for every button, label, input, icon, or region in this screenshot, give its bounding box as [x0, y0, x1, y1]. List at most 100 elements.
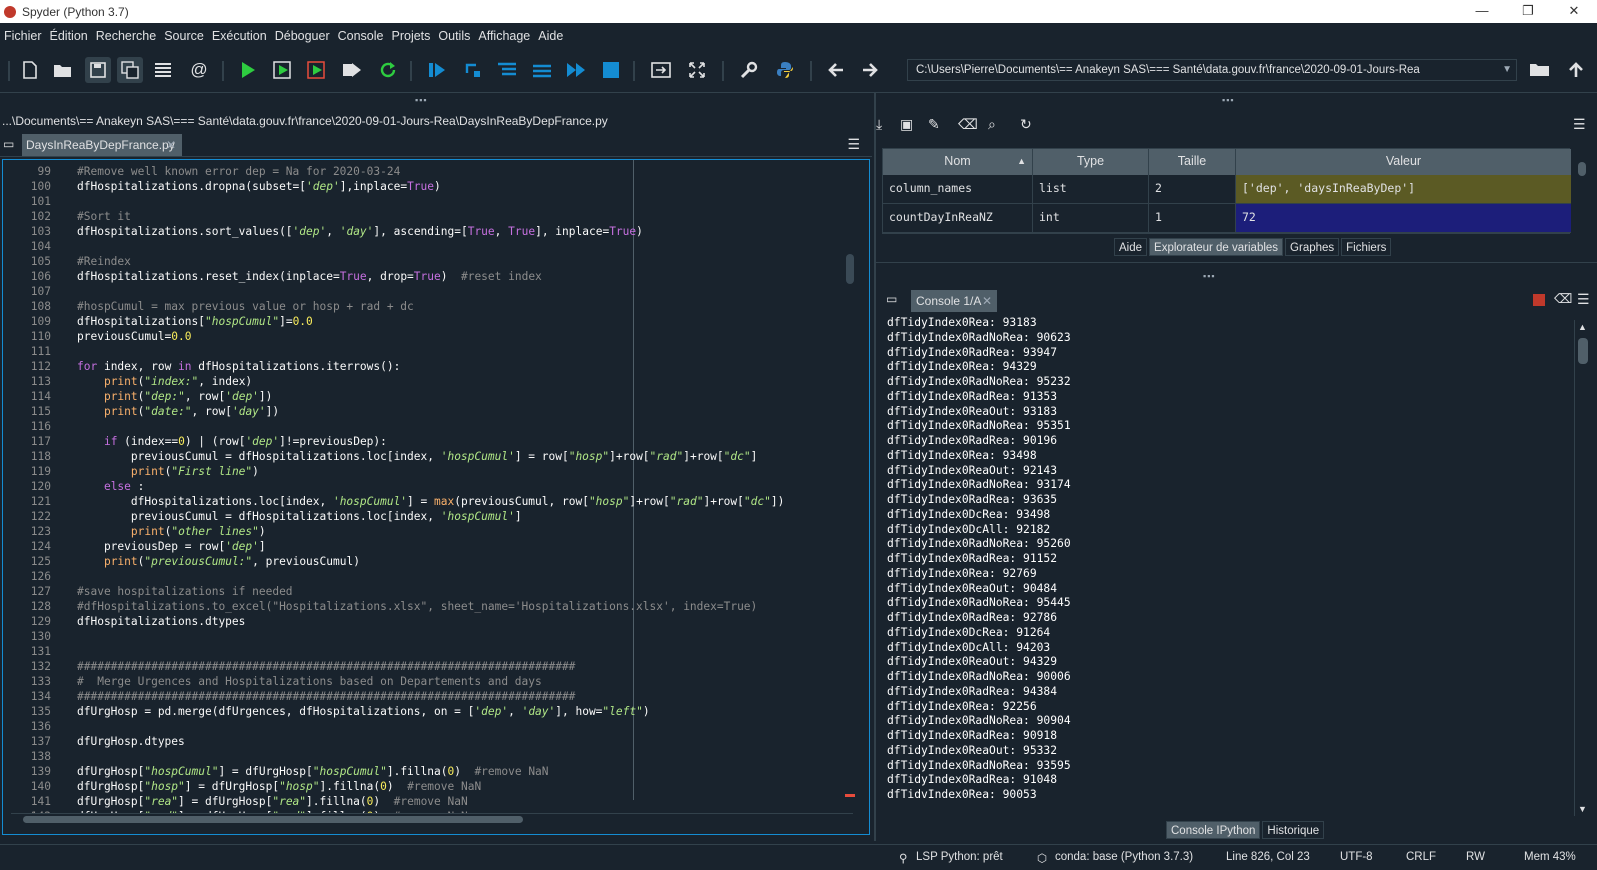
column-header-value[interactable]: Valeur [1236, 149, 1571, 175]
code-line[interactable]: 112 for index, row in dfHospitalizations.… [3, 359, 848, 374]
code-line[interactable]: 104 [3, 239, 848, 254]
code-line[interactable]: 108 #hospCumul = max previous value or ho… [3, 299, 848, 314]
browse-folder-icon[interactable] [1527, 57, 1553, 83]
step-icon[interactable] [460, 57, 486, 83]
chevron-down-icon[interactable]: ▼ [1502, 60, 1512, 80]
code-line[interactable]: 124 previousDep = row['dep'] [3, 539, 848, 554]
code-line[interactable]: 133 # Merge Urgences and Hospitalizations… [3, 674, 848, 689]
code-line[interactable]: 132 #####################################… [3, 659, 848, 674]
code-line[interactable]: 110 previousCumul=0.0 [3, 329, 848, 344]
fullscreen-icon[interactable] [684, 57, 710, 83]
menu-execution[interactable]: Exécution [212, 29, 267, 43]
menu-fichier[interactable]: Fichier [4, 29, 42, 43]
restore-button[interactable]: ❐ [1505, 0, 1551, 23]
code-line[interactable]: 115 print("date:", row['day']) [3, 404, 848, 419]
code-line[interactable]: 111 [3, 344, 848, 359]
python-path-icon[interactable] [772, 57, 798, 83]
browse-tabs-icon[interactable]: ▭ [886, 292, 897, 306]
var-name-cell[interactable]: column_names [883, 175, 1033, 204]
code-line[interactable]: 137 dfUrgHosp.dtypes [3, 734, 848, 749]
code-line[interactable]: 130 [3, 629, 848, 644]
search-icon[interactable]: ⌕ [988, 116, 996, 133]
tab-aide[interactable]: Aide [1114, 238, 1148, 256]
varexplorer-drag-handle[interactable]: ▪▪▪ [1222, 95, 1235, 105]
tab-daysinreabydepfrance[interactable]: DaysInReaByDepFrance.py ✕ [22, 134, 182, 156]
save-file-icon[interactable] [85, 57, 111, 83]
menu-edition[interactable]: Édition [50, 29, 88, 43]
code-line[interactable]: 119 print("First line") [3, 464, 848, 479]
code-line[interactable]: 114 print("dep:", row['dep']) [3, 389, 848, 404]
code-line[interactable]: 129 dfHospitalizations.dtypes [3, 614, 848, 629]
code-line[interactable]: 116 [3, 419, 848, 434]
varexplorer-options-menu-icon[interactable]: ☰ [1573, 116, 1586, 133]
editor-options-menu-icon[interactable]: ☰ [847, 136, 860, 153]
console-drag-handle[interactable]: ▪▪▪ [1203, 271, 1216, 281]
code-line[interactable]: 131 [3, 644, 848, 659]
code-line[interactable]: 105 #Reindex [3, 254, 848, 269]
varexplorer-scrollbar[interactable] [1575, 148, 1589, 234]
debug-icon[interactable] [424, 57, 450, 83]
back-arrow-icon[interactable] [823, 57, 849, 83]
console-options-menu-icon[interactable]: ☰ [1577, 291, 1590, 308]
code-line[interactable]: 122 previousCumul = dfHospitalizations.l… [3, 509, 848, 524]
code-line[interactable]: 120 else : [3, 479, 848, 494]
menu-deboguer[interactable]: Déboguer [275, 29, 330, 43]
code-line[interactable]: 100 dfHospitalizations.dropna(subset=['de… [3, 179, 848, 194]
code-line[interactable]: 135 dfUrgHosp = pd.merge(dfUrgences, dfHo… [3, 704, 848, 719]
code-editor[interactable]: 99 #Remove well known error dep = Na for … [2, 159, 870, 835]
save-data-icon[interactable]: ▣ [900, 116, 913, 133]
run-cell-icon[interactable] [270, 57, 296, 83]
parent-directory-icon[interactable] [1563, 57, 1589, 83]
save-data-as-icon[interactable]: ✎ [928, 116, 940, 133]
menu-affichage[interactable]: Affichage [478, 29, 530, 43]
code-line[interactable]: 113 print("index:", index) [3, 374, 848, 389]
menu-aide[interactable]: Aide [538, 29, 563, 43]
ipython-console-output[interactable]: dfTidyIndex0Rea: 93183 dfTidyIndex0RadNoR… [880, 316, 1570, 816]
maximize-pane-icon[interactable] [648, 57, 674, 83]
code-line[interactable]: 109 dfHospitalizations["hospCumul"]=0.0 [3, 314, 848, 329]
tab-variable-explorer[interactable]: Explorateur de variables [1149, 238, 1284, 256]
scrollbar-thumb[interactable] [23, 816, 523, 823]
code-line[interactable]: 103 dfHospitalizations.sort_values(['dep'… [3, 224, 848, 239]
run-selection-icon[interactable] [339, 57, 365, 83]
new-file-icon[interactable] [17, 57, 43, 83]
var-type-cell[interactable]: int [1033, 204, 1149, 233]
clear-console-icon[interactable]: ⌫ [1554, 291, 1572, 307]
var-value-cell[interactable]: ['dep', 'daysInReaByDep'] [1236, 175, 1571, 204]
run-icon[interactable] [235, 57, 261, 83]
at-symbol-icon[interactable]: @ [186, 57, 212, 83]
file-list-icon[interactable] [150, 57, 176, 83]
editor-horizontal-scrollbar[interactable] [11, 813, 853, 825]
forward-arrow-icon[interactable] [857, 57, 883, 83]
run-cell-advance-icon[interactable] [304, 57, 330, 83]
minimize-button[interactable]: — [1459, 0, 1505, 23]
working-directory-input[interactable]: C:\Users\Pierre\Documents\== Anakeyn SAS… [907, 59, 1517, 81]
scroll-down-icon[interactable]: ▼ [1578, 804, 1587, 814]
tab-historique[interactable]: Historique [1262, 821, 1325, 839]
horizontal-splitter[interactable] [876, 262, 1597, 263]
step-return-icon[interactable] [529, 57, 555, 83]
remove-all-icon[interactable]: ⌫ [958, 116, 978, 133]
stop-debug-icon[interactable] [598, 57, 624, 83]
menu-outils[interactable]: Outils [438, 29, 470, 43]
continue-icon[interactable] [563, 57, 589, 83]
code-line[interactable]: 136 [3, 719, 848, 734]
code-line[interactable]: 99 #Remove well known error dep = Na for … [3, 164, 848, 179]
close-tab-icon[interactable]: ✕ [166, 134, 176, 156]
open-file-icon[interactable] [50, 57, 76, 83]
code-line[interactable]: 127 #save hospitalizations if needed [3, 584, 848, 599]
var-value-cell[interactable]: 72 [1236, 204, 1571, 233]
scroll-up-icon[interactable]: ▲ [1578, 322, 1587, 332]
var-type-cell[interactable]: list [1033, 175, 1149, 204]
editor-drag-handle[interactable]: ▪▪▪ [415, 95, 428, 105]
code-line[interactable]: 138 [3, 749, 848, 764]
code-line[interactable]: 118 previousCumul = dfHospitalizations.l… [3, 449, 848, 464]
import-data-icon[interactable]: ⤓ [876, 116, 882, 133]
save-all-icon[interactable] [117, 57, 143, 83]
code-line[interactable]: 117 if (index==0) | (row['dep']!=previou… [3, 434, 848, 449]
scrollbar-thumb[interactable] [846, 254, 854, 284]
code-line[interactable]: 101 [3, 194, 848, 209]
code-line[interactable]: 141 dfUrgHosp["rea"] = dfUrgHosp["rea"].f… [3, 794, 848, 809]
step-into-icon[interactable] [494, 57, 520, 83]
var-size-cell[interactable]: 1 [1149, 204, 1236, 233]
